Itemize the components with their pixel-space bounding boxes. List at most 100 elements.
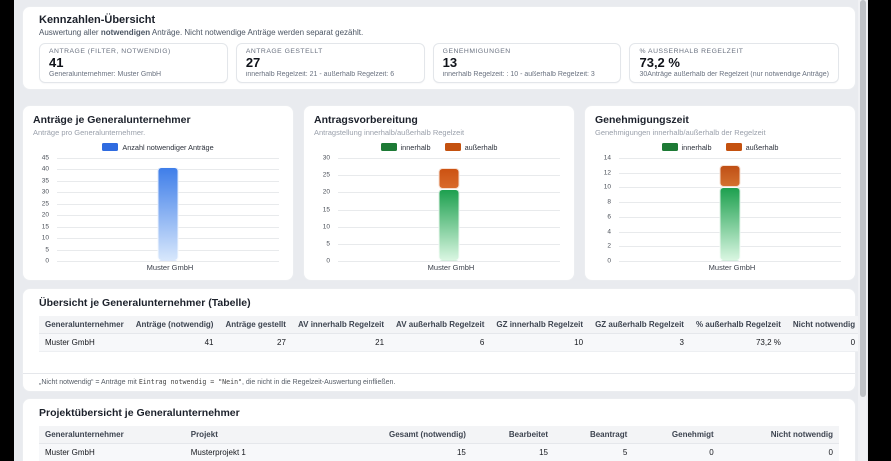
y-axis-ticks: 0 2 4 6 8 10 12 14: [595, 155, 615, 265]
y-tick-label: 2: [607, 242, 611, 250]
gridline: [338, 261, 560, 262]
footnote-prefix: „Nicht notwendig“ = Anträge mit: [39, 379, 139, 386]
x-axis-category-label: Muster GmbH: [427, 263, 475, 272]
y-tick-label: 0: [607, 257, 611, 265]
chart-legend: innerhalb außerhalb: [595, 142, 845, 152]
kpi-label: % AUSSERHALB REGELZEIT: [639, 48, 744, 55]
chart-legend: innerhalb außerhalb: [314, 142, 564, 152]
column-header: Gesamt (notwendig): [329, 426, 472, 444]
table-cell: 3: [589, 333, 690, 352]
bar-segment-au-erhalb[interactable]: [438, 168, 460, 189]
y-tick-label: 10: [322, 223, 330, 231]
project-table-title: Projektübersicht je Generalunternehmer: [39, 407, 240, 419]
gridline: [619, 261, 841, 262]
y-tick-label: 25: [41, 200, 49, 208]
legend-item[interactable]: außerhalb: [444, 142, 498, 152]
legend-item[interactable]: außerhalb: [725, 143, 778, 152]
scrollbar-thumb[interactable]: [859, 0, 866, 397]
column-header: AV innerhalb Regelzeit: [291, 316, 391, 334]
column-header: Nicht notwendig: [719, 426, 839, 444]
kpi-label: ANTRÄGE GESTELLT: [245, 48, 323, 55]
scrollbar-track[interactable]: [858, 0, 867, 461]
table-cell: 0: [633, 443, 720, 461]
y-tick-label: 5: [45, 246, 49, 254]
kpi-card-prozent-ausserhalb: % AUSSERHALB REGELZEIT 73,2 % 30Anträge …: [629, 43, 839, 84]
table-cell: 15: [471, 443, 555, 461]
legend-swatch: [725, 143, 742, 151]
plot-wrap: 0 5 10 15 20 25 30 35 40 45: [33, 155, 283, 265]
y-tick-label: 5: [326, 240, 330, 248]
y-tick-label: 15: [41, 223, 49, 231]
table-cell: 5: [554, 443, 634, 461]
table-cell: 73,2 %: [689, 333, 787, 352]
overview-table: Generalunternehmer Anträge (notwendig) Ant…: [39, 316, 862, 352]
column-header: Beantragt: [554, 426, 634, 444]
legend-swatch: [444, 143, 461, 151]
column-header: Anträge gestellt: [219, 316, 292, 334]
table-cell: 41: [129, 333, 220, 352]
table-cell: 15: [329, 443, 472, 461]
chart-card-antraege: Anträge je Generalunternehmer Anträge pr…: [22, 105, 294, 281]
y-axis-ticks: 0 5 10 15 20 25 30: [314, 155, 334, 265]
plot-area: [57, 158, 279, 262]
gridline: [57, 261, 279, 262]
y-tick-label: 40: [41, 165, 49, 173]
overview-table-section: Übersicht je Generalunternehmer (Tabelle…: [22, 288, 862, 392]
y-tick-label: 20: [41, 211, 49, 219]
y-axis-ticks: 0 5 10 15 20 25 30 35 40 45: [33, 155, 53, 265]
legend-item[interactable]: innerhalb: [380, 142, 431, 152]
y-tick-label: 12: [603, 169, 611, 177]
y-tick-label: 25: [322, 171, 330, 179]
bar-segment-innerhalb[interactable]: [719, 187, 741, 261]
legend-item[interactable]: Anzahl notwendiger Anträge: [102, 143, 214, 152]
kpi-label: GENEHMIGUNGEN: [442, 48, 511, 55]
subtitle-bold: notwendigen: [100, 28, 151, 37]
kpi-label: ANTRÄGE (FILTER, NOTWENDIG): [49, 48, 171, 55]
kpi-value: 73,2 %: [639, 55, 680, 70]
column-header: AV außerhalb Regelzeit: [390, 316, 491, 334]
column-header: % außerhalb Regelzeit: [689, 316, 787, 334]
table-cell: 21: [291, 333, 391, 352]
y-tick-label: 10: [603, 183, 611, 191]
bar-segment-anzahl-notwendiger-antr-ge[interactable]: [157, 167, 179, 261]
table-footnote: „Nicht notwendig“ = Anträge mit Eintrag …: [23, 373, 855, 391]
column-header: Anträge (notwendig): [129, 316, 220, 334]
kpi-card-genehmigungen: GENEHMIGUNGEN 13 innerhalb Regelzeit: : …: [432, 43, 622, 84]
y-tick-label: 20: [322, 188, 330, 196]
table-header-row: Generalunternehmer Anträge (notwendig) Ant…: [39, 316, 862, 334]
y-tick-label: 8: [607, 198, 611, 206]
dashboard-viewport: Kennzahlen-Übersicht Auswertung aller no…: [14, 0, 868, 461]
project-table: Generalunternehmer Projekt Gesamt (notwend…: [39, 426, 839, 461]
overview-table-title: Übersicht je Generalunternehmer (Tabelle…: [39, 297, 251, 309]
chart-title: Antragsvorbereitung: [314, 114, 418, 126]
y-tick-label: 0: [326, 257, 330, 265]
legend-label: innerhalb: [400, 142, 431, 152]
table-cell: 27: [219, 333, 292, 352]
chart-legend: Anzahl notwendiger Anträge: [33, 142, 283, 152]
legend-item[interactable]: innerhalb: [661, 143, 712, 152]
column-header: Genehmigt: [633, 426, 720, 444]
table-cell: 10: [490, 333, 590, 352]
bar-column: [719, 158, 741, 261]
table-cell: Muster GmbH: [39, 333, 130, 352]
bar-segment-au-erhalb[interactable]: [719, 165, 741, 188]
kpi-value: 41: [49, 55, 64, 70]
table-row: Muster GmbH 41 27 21 6 10 3 73,2 % 0: [39, 333, 862, 352]
legend-label: außerhalb: [464, 142, 498, 152]
y-tick-label: 6: [607, 213, 611, 221]
legend-swatch: [102, 143, 119, 151]
kpi-subtext: innerhalb Regelzeit: : 10 - außerhalb Re…: [442, 71, 595, 79]
kpi-card-row: ANTRÄGE (FILTER, NOTWENDIG) 41 Generalun…: [39, 43, 839, 84]
table-row: Muster GmbH Musterprojekt 1 15 15 5 0 0: [39, 443, 839, 461]
chart-card-genehmigungszeit: Genehmigungszeit Genehmigungen innerhalb…: [584, 105, 856, 281]
table-header-row: Generalunternehmer Projekt Gesamt (notwend…: [39, 426, 839, 444]
kpi-card-antraege-gestellt: ANTRÄGE GESTELLT 27 innerhalb Regelzeit:…: [235, 43, 425, 84]
column-header: Generalunternehmer: [39, 426, 185, 444]
y-tick-label: 0: [45, 257, 49, 265]
bar-segment-innerhalb[interactable]: [438, 188, 460, 261]
y-tick-label: 15: [322, 206, 330, 213]
kpi-section: Kennzahlen-Übersicht Auswertung aller no…: [22, 6, 856, 90]
column-header: GZ innerhalb Regelzeit: [490, 316, 590, 334]
kpi-card-antraege-notwendig: ANTRÄGE (FILTER, NOTWENDIG) 41 Generalun…: [39, 43, 228, 84]
column-header: Nicht notwendig: [786, 316, 862, 334]
